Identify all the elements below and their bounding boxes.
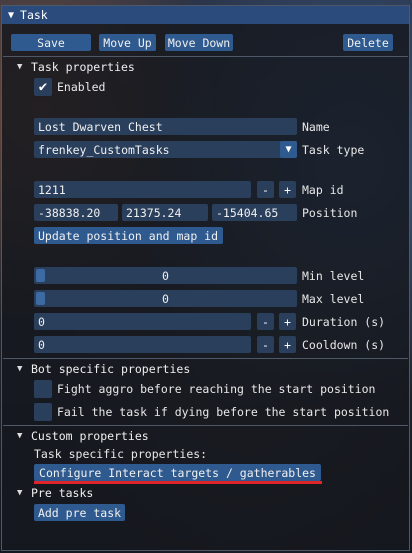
expanded-triangle-icon: ▼	[17, 364, 23, 374]
duration-label: Duration (s)	[302, 314, 386, 329]
slider-grab[interactable]	[36, 269, 45, 282]
task-window: ▼ Task Save Move Up Move Down Delete ▼ T…	[1, 5, 410, 551]
cooldown-decrement-button[interactable]: -	[257, 336, 274, 353]
max-level-value: 0	[162, 291, 169, 306]
enabled-label: Enabled	[57, 79, 106, 94]
collapse-triangle-icon[interactable]: ▼	[8, 10, 14, 21]
name-input[interactable]: Lost Dwarven Chest	[34, 118, 297, 135]
move-up-button[interactable]: Move Up	[99, 34, 156, 51]
update-position-button[interactable]: Update position and map id	[34, 227, 223, 244]
duration-increment-button[interactable]: +	[279, 313, 296, 330]
map-id-label: Map id	[302, 182, 344, 197]
min-level-value: 0	[162, 268, 169, 283]
add-pre-task-button[interactable]: Add pre task	[34, 504, 125, 521]
task-type-value: frenkey_CustomTasks	[38, 142, 170, 157]
position-z-input[interactable]: -15404.65	[212, 204, 297, 221]
section-title: Bot specific properties	[31, 362, 191, 376]
map-id-decrement-button[interactable]: -	[257, 181, 274, 198]
configure-interact-button[interactable]: Configure Interact targets / gatherables	[34, 464, 321, 481]
custom-properties-header[interactable]: ▼ Custom properties	[17, 428, 149, 444]
window-titlebar[interactable]: ▼ Task	[2, 6, 409, 24]
name-label: Name	[302, 119, 330, 134]
section-title: Pre tasks	[31, 486, 94, 500]
fight-aggro-label: Fight aggro before reaching the start po…	[57, 381, 376, 396]
window-title: Task	[20, 8, 48, 22]
cooldown-increment-button[interactable]: +	[279, 336, 296, 353]
position-label: Position	[302, 205, 358, 220]
duration-input[interactable]: 0	[34, 313, 251, 330]
map-id-input[interactable]: 1211	[34, 181, 251, 198]
separator	[3, 56, 408, 57]
task-properties-header[interactable]: ▼ Task properties	[17, 59, 135, 75]
max-level-label: Max level	[302, 291, 365, 306]
task-type-label: Task type	[302, 142, 365, 157]
dropdown-arrow-icon[interactable]: ▼	[280, 141, 297, 158]
highlight-underline	[34, 481, 322, 484]
position-y-input[interactable]: 21375.24	[122, 204, 208, 221]
task-type-select[interactable]: frenkey_CustomTasks	[34, 141, 297, 158]
bot-properties-header[interactable]: ▼ Bot specific properties	[17, 361, 190, 377]
delete-button[interactable]: Delete	[343, 34, 393, 51]
fail-dying-label: Fail the task if dying before the start …	[57, 404, 390, 419]
expanded-triangle-icon: ▼	[17, 488, 23, 498]
position-x-input[interactable]: -38838.20	[34, 204, 118, 221]
enabled-checkbox[interactable]: ✔	[34, 78, 52, 96]
max-level-slider[interactable]: 0	[34, 290, 297, 307]
cooldown-label: Cooldown (s)	[302, 337, 386, 352]
section-title: Task properties	[31, 60, 135, 74]
expanded-triangle-icon: ▼	[17, 431, 23, 441]
fail-dying-checkbox[interactable]	[34, 403, 52, 421]
map-id-increment-button[interactable]: +	[279, 181, 296, 198]
duration-decrement-button[interactable]: -	[257, 313, 274, 330]
section-title: Custom properties	[31, 429, 149, 443]
pre-tasks-header[interactable]: ▼ Pre tasks	[17, 485, 93, 501]
separator	[3, 425, 408, 426]
save-button[interactable]: Save	[11, 34, 91, 51]
expanded-triangle-icon: ▼	[17, 62, 23, 72]
cooldown-input[interactable]: 0	[34, 336, 251, 353]
task-specific-subtitle: Task specific properties:	[34, 447, 208, 461]
separator	[3, 358, 408, 359]
checkmark-icon: ✔	[38, 79, 48, 95]
fight-aggro-checkbox[interactable]	[34, 380, 52, 398]
min-level-slider[interactable]: 0	[34, 267, 297, 284]
min-level-label: Min level	[302, 268, 365, 283]
move-down-button[interactable]: Move Down	[165, 34, 233, 51]
slider-grab[interactable]	[36, 292, 45, 305]
